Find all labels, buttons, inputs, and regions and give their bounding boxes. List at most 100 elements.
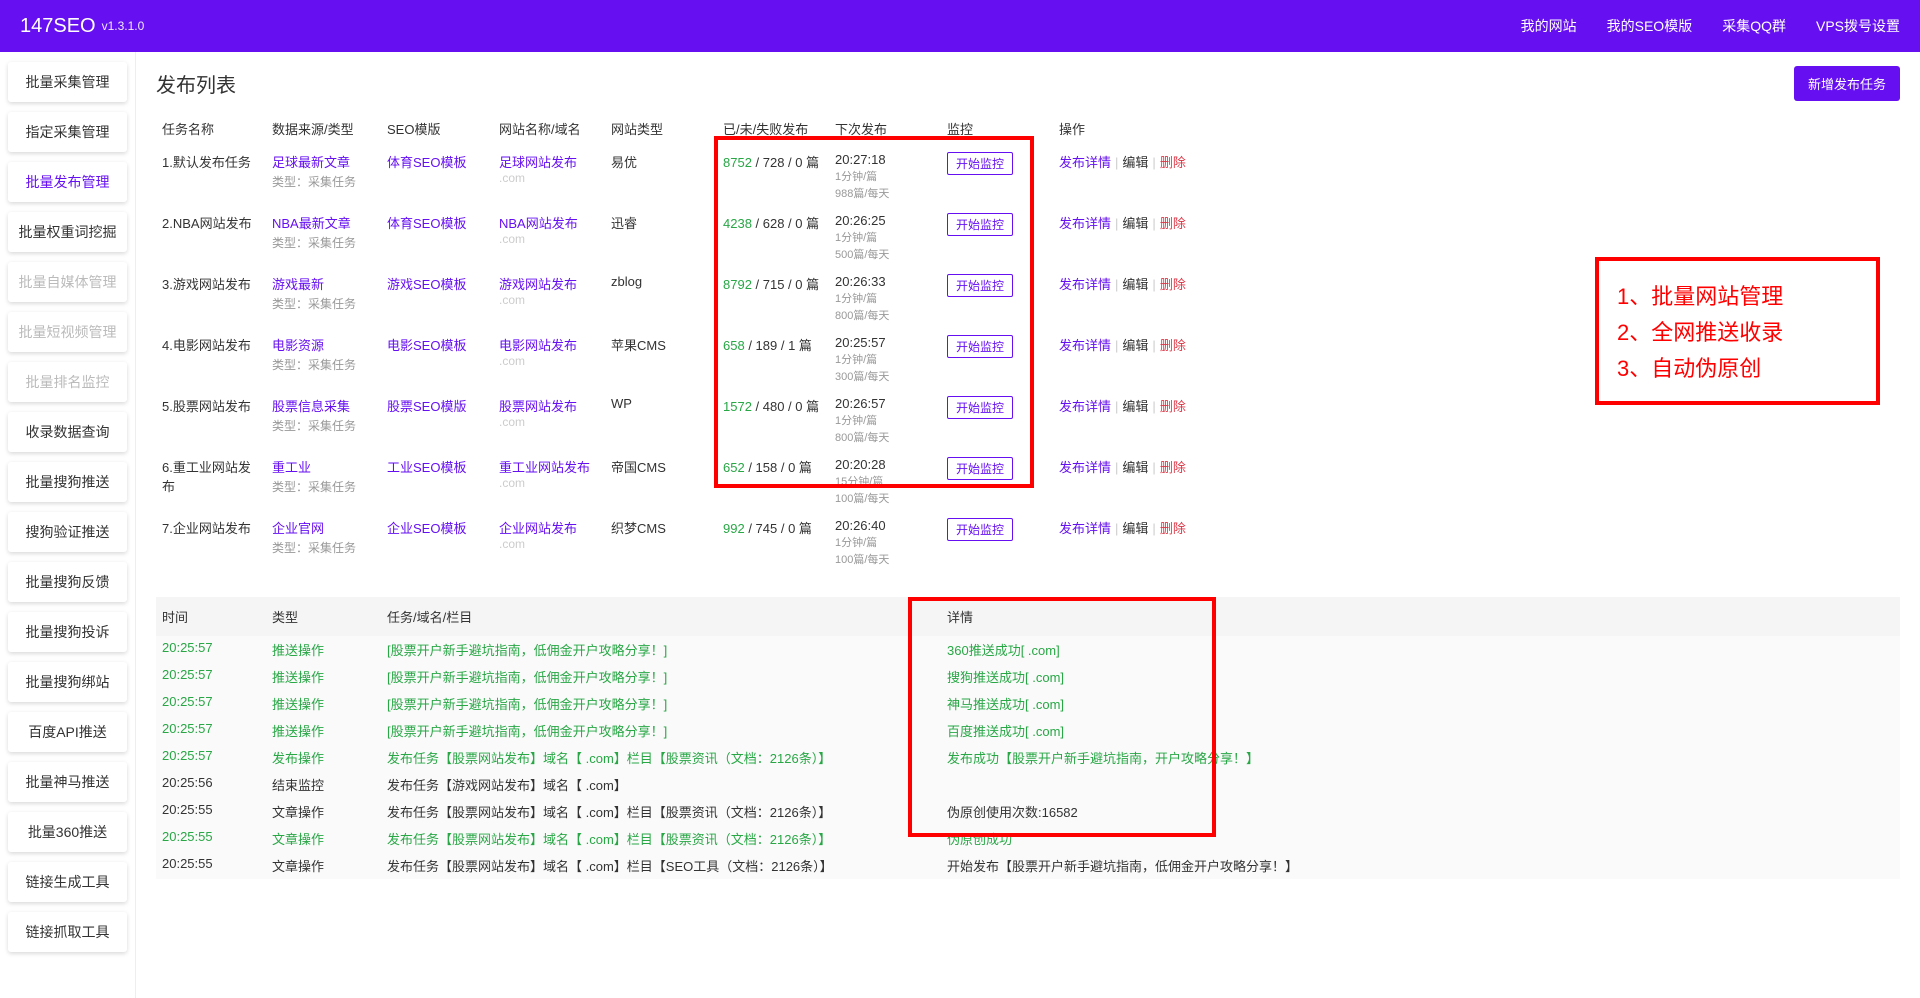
monitor-button[interactable]: 开始监控	[947, 274, 1013, 297]
cell-publish: 652 / 158 / 0 篇	[717, 451, 829, 512]
cell-template: 体育SEO模板	[381, 207, 493, 268]
action-edit[interactable]: 编辑	[1122, 460, 1148, 475]
nav-my-sites[interactable]: 我的网站	[1521, 16, 1577, 36]
cell-site-type: 迅睿	[605, 207, 717, 268]
template-link[interactable]: 工业SEO模板	[387, 460, 466, 475]
monitor-button[interactable]: 开始监控	[947, 213, 1013, 236]
action-edit[interactable]: 编辑	[1122, 399, 1148, 414]
sidebar-item-2[interactable]: 批量发布管理	[8, 162, 127, 202]
source-link[interactable]: 重工业	[272, 460, 311, 475]
template-link[interactable]: 股票SEO模版	[387, 399, 466, 414]
action-delete[interactable]: 删除	[1160, 521, 1186, 536]
action-delete[interactable]: 删除	[1160, 399, 1186, 414]
source-link[interactable]: 企业官网	[272, 521, 324, 536]
action-delete[interactable]: 删除	[1160, 338, 1186, 353]
action-detail[interactable]: 发布详情	[1059, 155, 1111, 170]
action-detail[interactable]: 发布详情	[1059, 521, 1111, 536]
template-link[interactable]: 企业SEO模板	[387, 521, 466, 536]
nav-qq-group[interactable]: 采集QQ群	[1722, 16, 1786, 36]
th-log-time: 时间	[156, 597, 266, 636]
sidebar-item-8[interactable]: 批量搜狗推送	[8, 462, 127, 502]
cell-next: 20:27:181分钟/篇988篇/每天	[829, 146, 941, 207]
action-detail[interactable]: 发布详情	[1059, 399, 1111, 414]
log-task: [股票开户新手避坑指南，低佣金开户攻略分享！]	[381, 636, 941, 663]
site-link[interactable]: 重工业网站发布	[499, 460, 590, 475]
action-detail[interactable]: 发布详情	[1059, 277, 1111, 292]
template-link[interactable]: 电影SEO模板	[387, 338, 466, 353]
source-link[interactable]: NBA最新文章	[272, 216, 351, 231]
sidebar-item-16[interactable]: 链接生成工具	[8, 862, 127, 902]
source-link[interactable]: 电影资源	[272, 338, 324, 353]
source-link[interactable]: 游戏最新	[272, 277, 324, 292]
sidebar-item-13[interactable]: 百度API推送	[8, 712, 127, 752]
sidebar-item-12[interactable]: 批量搜狗绑站	[8, 662, 127, 702]
action-detail[interactable]: 发布详情	[1059, 460, 1111, 475]
sidebar-item-1[interactable]: 指定采集管理	[8, 112, 127, 152]
th-actions: 操作	[1053, 111, 1900, 146]
sidebar-item-9[interactable]: 搜狗验证推送	[8, 512, 127, 552]
action-delete[interactable]: 删除	[1160, 155, 1186, 170]
action-delete[interactable]: 删除	[1160, 460, 1186, 475]
th-site-type: 网站类型	[605, 111, 717, 146]
log-row: 20:25:57推送操作[股票开户新手避坑指南，低佣金开户攻略分享！]百度推送成…	[156, 717, 1900, 744]
log-type: 推送操作	[266, 717, 381, 744]
sidebar-item-17[interactable]: 链接抓取工具	[8, 912, 127, 952]
nav-vps-dial[interactable]: VPS拨号设置	[1816, 16, 1900, 36]
monitor-button[interactable]: 开始监控	[947, 396, 1013, 419]
log-time: 20:25:55	[156, 825, 266, 852]
sidebar-item-10[interactable]: 批量搜狗反馈	[8, 562, 127, 602]
site-link[interactable]: 股票网站发布	[499, 399, 577, 414]
add-publish-task-button[interactable]: 新增发布任务	[1794, 66, 1900, 101]
log-detail: 伪原创使用次数:16582	[941, 798, 1900, 825]
log-detail: 360推送成功[ .com]	[941, 636, 1900, 663]
log-detail: 发布成功【股票开户新手避坑指南，开户攻略分享！】	[941, 744, 1900, 771]
sidebar-item-3[interactable]: 批量权重词挖掘	[8, 212, 127, 252]
site-link[interactable]: NBA网站发布	[499, 216, 578, 231]
log-type: 推送操作	[266, 636, 381, 663]
nav-seo-templates[interactable]: 我的SEO模版	[1607, 16, 1693, 36]
cell-monitor: 开始监控	[941, 146, 1053, 207]
table-row: 6.重工业网站发布重工业类型：采集任务工业SEO模板重工业网站发布 .com帝国…	[156, 451, 1900, 512]
site-link[interactable]: 企业网站发布	[499, 521, 577, 536]
action-delete[interactable]: 删除	[1160, 277, 1186, 292]
log-row: 20:25:57推送操作[股票开户新手避坑指南，低佣金开户攻略分享！]360推送…	[156, 636, 1900, 663]
sidebar-item-7[interactable]: 收录数据查询	[8, 412, 127, 452]
sidebar-item-11[interactable]: 批量搜狗投诉	[8, 612, 127, 652]
th-source: 数据来源/类型	[266, 111, 381, 146]
template-link[interactable]: 体育SEO模板	[387, 155, 466, 170]
site-link[interactable]: 游戏网站发布	[499, 277, 577, 292]
action-delete[interactable]: 删除	[1160, 216, 1186, 231]
th-monitor: 监控	[941, 111, 1053, 146]
source-link[interactable]: 股票信息采集	[272, 399, 350, 414]
monitor-button[interactable]: 开始监控	[947, 152, 1013, 175]
monitor-button[interactable]: 开始监控	[947, 335, 1013, 358]
cell-publish: 4238 / 628 / 0 篇	[717, 207, 829, 268]
sidebar-item-0[interactable]: 批量采集管理	[8, 62, 127, 102]
action-edit[interactable]: 编辑	[1122, 216, 1148, 231]
cell-name: 1.默认发布任务	[156, 146, 266, 207]
cell-source: 股票信息采集类型：采集任务	[266, 390, 381, 451]
cell-name: 4.电影网站发布	[156, 329, 266, 390]
template-link[interactable]: 游戏SEO模板	[387, 277, 466, 292]
cell-actions: 发布详情|编辑|删除	[1053, 146, 1900, 207]
log-task: [股票开户新手避坑指南，低佣金开户攻略分享！]	[381, 663, 941, 690]
source-link[interactable]: 足球最新文章	[272, 155, 350, 170]
site-link[interactable]: 电影网站发布	[499, 338, 577, 353]
action-edit[interactable]: 编辑	[1122, 155, 1148, 170]
monitor-button[interactable]: 开始监控	[947, 518, 1013, 541]
sidebar-item-14[interactable]: 批量神马推送	[8, 762, 127, 802]
monitor-button[interactable]: 开始监控	[947, 457, 1013, 480]
action-edit[interactable]: 编辑	[1122, 277, 1148, 292]
sidebar-item-15[interactable]: 批量360推送	[8, 812, 127, 852]
action-detail[interactable]: 发布详情	[1059, 338, 1111, 353]
log-section: 时间 类型 任务/域名/栏目 详情 20:25:57推送操作[股票开户新手避坑指…	[156, 597, 1900, 879]
table-row: 1.默认发布任务足球最新文章类型：采集任务体育SEO模板足球网站发布 .com易…	[156, 146, 1900, 207]
action-edit[interactable]: 编辑	[1122, 521, 1148, 536]
action-detail[interactable]: 发布详情	[1059, 216, 1111, 231]
log-row: 20:25:57推送操作[股票开户新手避坑指南，低佣金开户攻略分享！]搜狗推送成…	[156, 663, 1900, 690]
cell-next: 20:26:401分钟/篇100篇/每天	[829, 512, 941, 573]
template-link[interactable]: 体育SEO模板	[387, 216, 466, 231]
sidebar: 批量采集管理指定采集管理批量发布管理批量权重词挖掘批量自媒体管理批量短视频管理批…	[0, 52, 136, 998]
action-edit[interactable]: 编辑	[1122, 338, 1148, 353]
site-link[interactable]: 足球网站发布	[499, 155, 577, 170]
